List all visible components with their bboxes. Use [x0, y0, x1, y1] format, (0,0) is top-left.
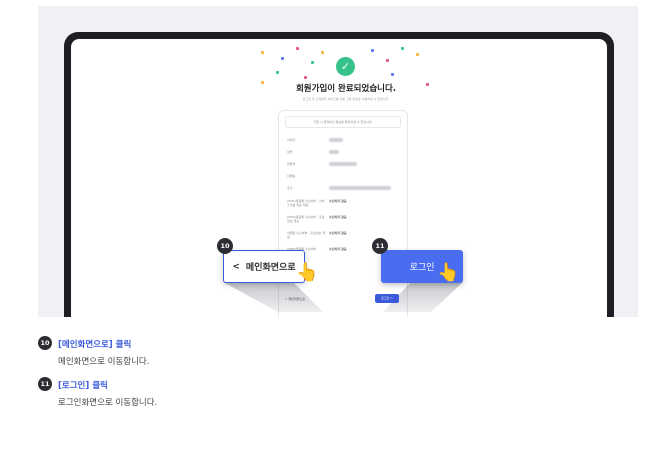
field-label: 아이디 — [287, 138, 296, 142]
main-screen-button[interactable]: < 메인화면으로 — [223, 250, 305, 283]
screenshot-stage: ✓ 회원가입이 완료되었습니다. 로그인 후 고객센터 서비스를 이용 고유 번… — [38, 6, 638, 317]
completion-title: 회원가입이 완료되었습니다. — [295, 84, 397, 94]
pointer-hand-icon: 👆 — [296, 262, 319, 283]
login-button-label: 로그인 — [409, 263, 435, 273]
field-label: (SMS)알림톡 수신여부 - 홍보정보 제공 — [287, 215, 325, 223]
blurred-value — [329, 162, 357, 166]
step-title: [로그인] 클릭 — [58, 381, 108, 391]
step-badge: 11 — [372, 238, 388, 254]
mini-main-button[interactable]: < 메인화면으로 — [285, 297, 305, 301]
blurred-value — [329, 150, 339, 154]
field-label: 연락처 — [287, 162, 296, 166]
signup-complete-screen: ✓ 회원가입이 완료되었습니다. 로그인 후 고객센터 서비스를 이용 고유 번… — [71, 39, 607, 317]
completion-subtitle: 로그인 후 고객센터 서비스를 이용 고유 번호로 이용하실 수 있습니다. — [302, 97, 390, 101]
field-label: 이메일 — [287, 174, 296, 178]
check-icon: ✓ — [336, 57, 355, 76]
field-label: 이메일 수신여부 - 홍보정보 제공 — [287, 231, 326, 239]
field-value: 수신하지 않음 — [329, 231, 347, 235]
step-number-badge: 10 — [38, 336, 52, 350]
pointer-hand-icon: 👆 — [437, 262, 460, 283]
chevron-left-icon: < — [232, 261, 240, 272]
step-title: [메인화면으로] 클릭 — [58, 340, 132, 350]
step-badge: 10 — [217, 238, 233, 254]
field-label: 주소 — [287, 186, 293, 190]
tablet-frame: ✓ 회원가입이 완료되었습니다. 로그인 후 고객센터 서비스를 이용 고유 번… — [64, 32, 614, 317]
field-value: 수신하지 않음 — [329, 215, 347, 219]
mini-login-button[interactable]: 로그인 > — [375, 294, 399, 303]
field-label: 성명 — [287, 150, 293, 154]
field-label: (SMS)알림톡 수신여부 - 서비스이용 정보 제공 — [287, 199, 325, 207]
field-value: 수신하지 않음 — [329, 199, 347, 203]
step-number-badge: 11 — [38, 377, 52, 391]
field-value: 수신하지 않음 — [329, 247, 347, 251]
member-info-card: 가입 시 입력하신 정보를 확인하실 수 있습니다. 아이디 성명 연락처 이메… — [278, 110, 408, 317]
blurred-value — [329, 186, 391, 190]
info-notice: 가입 시 입력하신 정보를 확인하실 수 있습니다. — [285, 116, 401, 128]
blurred-value — [329, 138, 343, 142]
step-description: 메인화면으로 이동합니다. — [58, 357, 150, 367]
main-screen-button-label: 메인화면으로 — [245, 263, 296, 273]
step-description: 로그인화면으로 이동합니다. — [58, 398, 158, 408]
